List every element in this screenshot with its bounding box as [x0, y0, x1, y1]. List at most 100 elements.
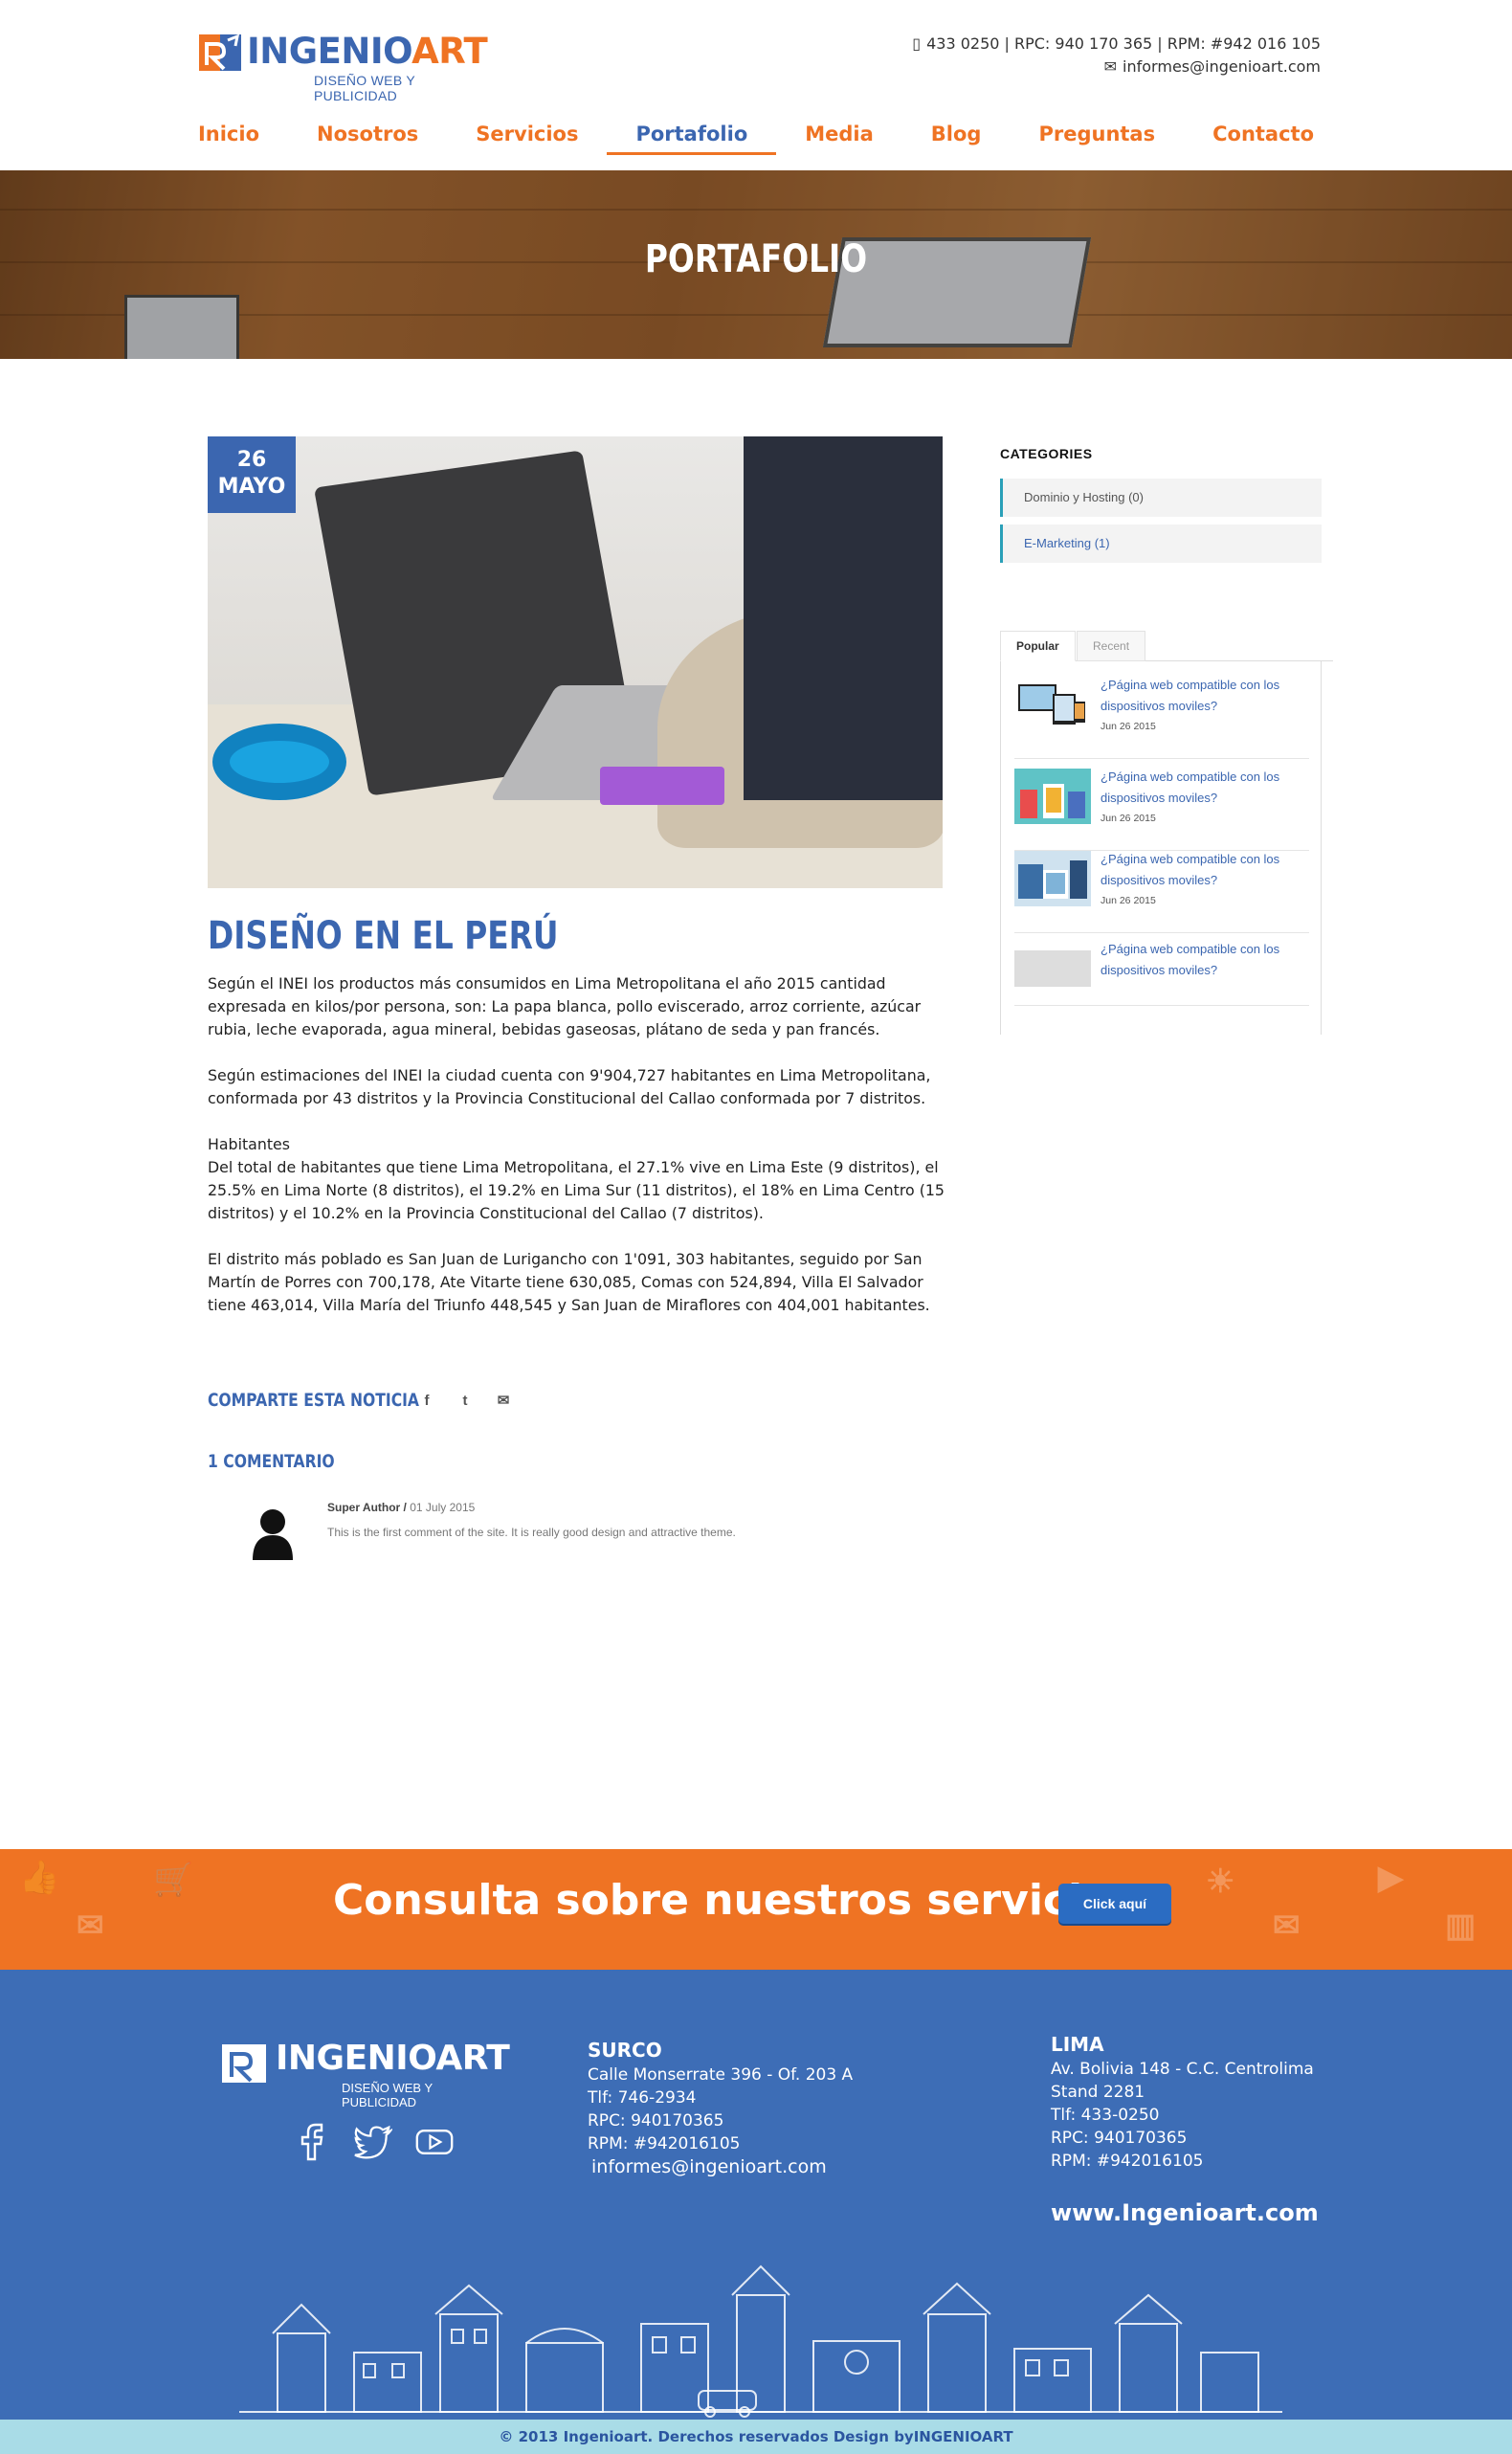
category-item[interactable]: E-Marketing (1): [1000, 524, 1322, 563]
post-thumbnail[interactable]: [1014, 851, 1091, 906]
surco-phone: Tlf: 746-2934: [588, 2088, 697, 2108]
date-month: MAYO: [217, 475, 286, 499]
footer-word-2: ART: [435, 2039, 510, 2078]
nav-media[interactable]: Media: [776, 117, 902, 155]
popular-post[interactable]: ¿Página web compatible con los dispositi…: [1014, 935, 1309, 1006]
footer-logo[interactable]: INGENIOART DISEÑO WEB Y PUBLICIDAD: [222, 2039, 510, 2109]
post-thumbnail[interactable]: [1014, 950, 1091, 987]
city-devices-thumb-icon: [1014, 851, 1091, 906]
play-doodle-icon: ▶: [1378, 1860, 1404, 1896]
post-title[interactable]: ¿Página web compatible con los dispositi…: [1101, 767, 1311, 809]
nav-portafolio[interactable]: Portafolio: [607, 117, 777, 155]
twitter-icon[interactable]: [354, 2123, 392, 2161]
youtube-icon[interactable]: [415, 2123, 454, 2161]
devices-thumb-icon: [1014, 677, 1091, 732]
category-item[interactable]: Dominio y Hosting (0): [1000, 479, 1322, 517]
post-thumbnail[interactable]: [1014, 769, 1091, 824]
article-paragraph: Del total de habitantes que tiene Lima M…: [208, 1158, 945, 1222]
surco-rpc: RPC: 940170365: [588, 2111, 724, 2131]
tabs-content: ¿Página web compatible con los dispositi…: [1000, 661, 1322, 1035]
article-featured-image: [208, 436, 943, 888]
cart-doodle-icon: 🛒: [153, 1862, 194, 1898]
surco-email[interactable]: informes@ingenioart.com: [591, 2155, 853, 2178]
nav-contacto[interactable]: Contacto: [1184, 117, 1343, 155]
post-title[interactable]: ¿Página web compatible con los dispositi…: [1101, 675, 1311, 717]
post-title[interactable]: ¿Página web compatible con los dispositi…: [1101, 939, 1311, 981]
surco-rpm: RPM: #942016105: [588, 2134, 741, 2153]
image-toy-block: [600, 767, 724, 805]
surco-heading: SURCO: [588, 2039, 662, 2062]
share-bar: COMPARTE ESTA NOTICIA f t ✉: [208, 1390, 514, 1411]
nav-nosotros[interactable]: Nosotros: [288, 117, 447, 155]
header-email[interactable]: informes@ingenioart.com: [1123, 57, 1321, 76]
article-title: DISEÑO EN EL PERÚ: [208, 914, 559, 958]
lima-rpm: RPM: #942016105: [1051, 2152, 1204, 2171]
tab-recent[interactable]: Recent: [1077, 631, 1146, 661]
email-icon[interactable]: ✉: [493, 1390, 514, 1411]
nav-blog[interactable]: Blog: [902, 117, 1011, 155]
thumbs-up-doodle-icon: 👍: [19, 1860, 60, 1896]
lima-rpc: RPC: 940170365: [1051, 2129, 1188, 2148]
site-header: INGENIOART DISEÑO WEB Y PUBLICIDAD ▯ 433 …: [0, 0, 1512, 170]
footer-tagline: DISEÑO WEB Y PUBLICIDAD: [342, 2081, 433, 2109]
popular-post[interactable]: ¿Página web compatible con los dispositi…: [1014, 671, 1309, 759]
comments-title: 1 COMENTARIO: [208, 1451, 335, 1472]
image-toy-ring: [212, 724, 346, 800]
logo-mark-icon: [222, 2044, 266, 2083]
facebook-icon[interactable]: [293, 2123, 331, 2161]
image-person: [744, 436, 943, 800]
lima-address: Av. Bolivia 148 - C.C. Centrolima: [1051, 2060, 1314, 2079]
logo-wordmark: INGENIOART: [247, 29, 488, 75]
comment-meta: Super Author / 01 July 2015: [327, 1501, 475, 1514]
comment-text: This is the first comment of the site. I…: [327, 1526, 736, 1539]
mail-icon: ✉: [1103, 57, 1118, 76]
twitter-icon[interactable]: t: [455, 1390, 476, 1411]
popular-post[interactable]: ¿Página web compatible con los dispositi…: [1014, 845, 1309, 933]
page-title: PORTAFOLIO: [644, 237, 868, 281]
footer-social: [293, 2123, 454, 2161]
tab-popular[interactable]: Popular: [1000, 631, 1076, 661]
post-thumbnail[interactable]: [1014, 677, 1091, 732]
footer-website[interactable]: www.Ingenioart.com: [1051, 2199, 1319, 2226]
avatar-icon: [253, 1509, 293, 1560]
nav-servicios[interactable]: Servicios: [447, 117, 607, 155]
post-title[interactable]: ¿Página web compatible con los dispositi…: [1101, 849, 1311, 891]
comment-item: Super Author / 01 July 2015 This is the …: [251, 1499, 959, 1566]
lima-heading: LIMA: [1051, 2033, 1104, 2056]
header-contact: ▯ 433 0250 | RPC: 940 170 365 | RPM: #942…: [912, 33, 1321, 78]
logo-word-1: INGENIO: [247, 31, 412, 72]
site-footer: INGENIOART DISEÑO WEB Y PUBLICIDAD SURCO…: [0, 1970, 1512, 2420]
header-email-row[interactable]: ✉ informes@ingenioart.com: [912, 56, 1321, 78]
copyright-bar: © 2013 Ingenioart. Derechos reservados D…: [0, 2420, 1512, 2454]
nav-inicio[interactable]: Inicio: [169, 117, 288, 155]
article-date-badge: 26 MAYO: [208, 436, 296, 513]
mobile-shop-thumb-icon: [1014, 769, 1091, 824]
envelope-doodle-icon: ✉: [1273, 1907, 1301, 1944]
categories-title: CATEGORIES: [1000, 446, 1093, 461]
article-subheading: Habitantes: [208, 1135, 291, 1153]
header-phones-row: ▯ 433 0250 | RPC: 940 170 365 | RPM: #942…: [912, 33, 1321, 56]
tabs-header: Popular Recent: [1000, 631, 1333, 661]
logo-tagline: DISEÑO WEB Y PUBLICIDAD: [314, 73, 415, 103]
article-paragraph: Según el INEI los productos más consumid…: [208, 974, 922, 1038]
cta-banner: 👍 ✉ 🛒 ☀ ✉ ▶ ▥ Consulta sobre nuestros se…: [0, 1849, 1512, 1970]
date-day: 26: [236, 448, 267, 472]
logo-word-2: ART: [411, 31, 488, 72]
article-paragraph: El distrito más poblado es San Juan de L…: [208, 1250, 930, 1314]
footer-word-1: INGENIO: [276, 2039, 436, 2078]
bulb-doodle-icon: ☀: [1206, 1863, 1235, 1900]
post-date: Jun 26 2015: [1101, 895, 1156, 906]
brand-logo[interactable]: INGENIOART DISEÑO WEB Y PUBLICIDAD: [199, 29, 488, 103]
post-date: Jun 26 2015: [1101, 813, 1156, 824]
lima-stand: Stand 2281: [1051, 2083, 1145, 2102]
page-hero-banner: PORTAFOLIO: [0, 170, 1512, 359]
footer-lima: LIMA Av. Bolivia 148 - C.C. Centrolima S…: [1051, 2033, 1314, 2173]
torn-edge-divider: [0, 1970, 1512, 1977]
chart-doodle-icon: ▥: [1445, 1907, 1477, 1944]
nav-preguntas[interactable]: Preguntas: [1010, 117, 1184, 155]
popular-post[interactable]: ¿Página web compatible con los dispositi…: [1014, 763, 1309, 851]
phone-icon: ▯: [912, 34, 922, 53]
header-phones: 433 0250 | RPC: 940 170 365 | RPM: #942 …: [926, 34, 1321, 53]
share-label: COMPARTE ESTA NOTICIA: [208, 1390, 419, 1411]
cta-button[interactable]: Click aquí: [1058, 1884, 1171, 1924]
